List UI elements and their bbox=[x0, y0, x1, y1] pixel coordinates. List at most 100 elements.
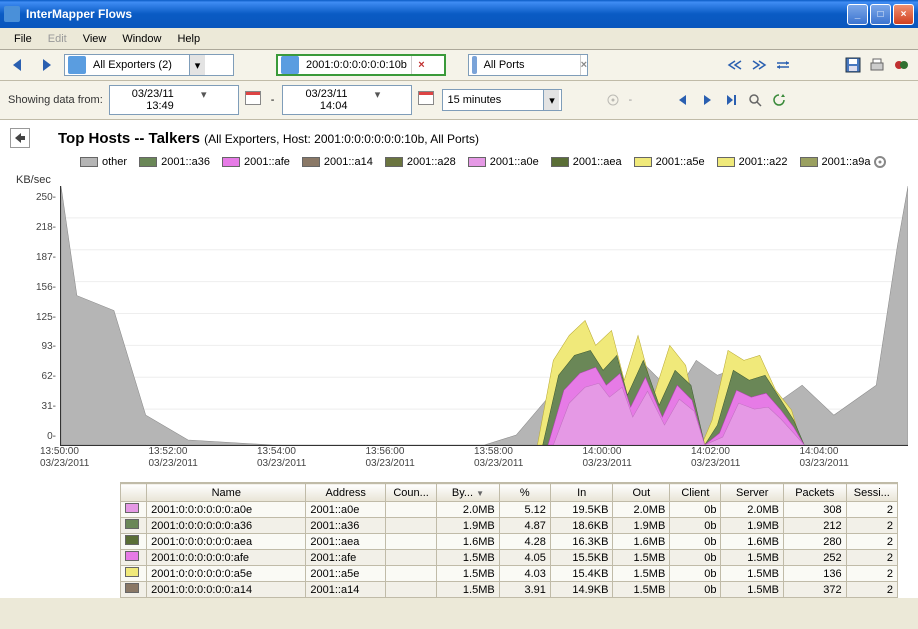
table-body: 2001:0:0:0:0:0:0:a0e2001::a0e2.0MB5.1219… bbox=[121, 502, 898, 598]
start-date-input[interactable]: 03/23/11 13:49▾ bbox=[109, 85, 239, 115]
chart-header: Top Hosts -- Talkers (All Exporters, Hos… bbox=[10, 128, 908, 148]
exporters-selector[interactable]: All Exporters (2) ▾ bbox=[64, 54, 234, 76]
table-row[interactable]: 2001:0:0:0:0:0:0:aea2001::aea1.6MB4.2816… bbox=[121, 534, 898, 550]
ports-selector[interactable]: All Ports × bbox=[468, 54, 588, 76]
menu-file[interactable]: File bbox=[6, 31, 40, 47]
maximize-button[interactable]: □ bbox=[870, 4, 891, 25]
back-view-button[interactable] bbox=[10, 128, 30, 148]
table-row[interactable]: 2001:0:0:0:0:0:0:a362001::a361.9MB4.8718… bbox=[121, 518, 898, 534]
ports-value: All Ports bbox=[480, 59, 580, 71]
print-icon[interactable] bbox=[868, 56, 886, 74]
menu-window[interactable]: Window bbox=[114, 31, 169, 47]
column-header[interactable]: Server bbox=[721, 484, 784, 502]
calendar-end-icon[interactable] bbox=[418, 91, 436, 109]
row-swatch bbox=[125, 519, 139, 529]
legend-item[interactable]: 2001::a28 bbox=[385, 156, 456, 168]
calendar-start-icon[interactable] bbox=[245, 91, 263, 109]
time-next-icon[interactable] bbox=[698, 91, 716, 109]
table-row[interactable]: 2001:0:0:0:0:0:0:a142001::a141.5MB3.9114… bbox=[121, 582, 898, 598]
legend-item[interactable]: 2001::a22 bbox=[717, 156, 788, 168]
save-icon[interactable] bbox=[844, 56, 862, 74]
legend-swatch bbox=[717, 157, 735, 167]
legend-swatch bbox=[222, 157, 240, 167]
legend-item[interactable]: 2001::a9a bbox=[800, 156, 871, 168]
menu-edit[interactable]: Edit bbox=[40, 31, 75, 47]
legend-item[interactable]: 2001::a36 bbox=[139, 156, 210, 168]
chevron-down-icon[interactable]: ▾ bbox=[174, 88, 234, 112]
exporters-value: All Exporters (2) bbox=[89, 59, 189, 71]
menu-view[interactable]: View bbox=[75, 31, 115, 47]
legend-item[interactable]: 2001::afe bbox=[222, 156, 290, 168]
legend-swatch bbox=[551, 157, 569, 167]
chart-settings-icon[interactable] bbox=[872, 154, 888, 170]
column-header[interactable]: Packets bbox=[784, 484, 847, 502]
legend-swatch bbox=[139, 157, 157, 167]
table-row[interactable]: 2001:0:0:0:0:0:0:a0e2001::a0e2.0MB5.1219… bbox=[121, 502, 898, 518]
legend-swatch bbox=[80, 157, 98, 167]
content-area: Top Hosts -- Talkers (All Exporters, Hos… bbox=[0, 120, 918, 598]
legend-item[interactable]: 2001::a14 bbox=[302, 156, 373, 168]
zoom-icon[interactable] bbox=[746, 91, 764, 109]
app-icon bbox=[4, 6, 20, 22]
range-selector[interactable]: 15 minutes ▾ bbox=[442, 89, 562, 111]
toolbar-time: Showing data from: 03/23/11 13:49▾ - 03/… bbox=[0, 81, 918, 120]
column-header[interactable]: Address bbox=[306, 484, 386, 502]
chart-legend: other 2001::a36 2001::afe 2001::a14 2001::a2… bbox=[10, 152, 908, 174]
end-date-input[interactable]: 03/23/11 14:04▾ bbox=[282, 85, 412, 115]
chart-title: Top Hosts -- Talkers (All Exporters, Hos… bbox=[58, 130, 479, 147]
chevron-down-icon[interactable]: ▾ bbox=[347, 88, 407, 112]
legend-item[interactable]: other bbox=[80, 156, 127, 168]
host-filter-box[interactable]: 2001:0:0:0:0:0:0:10b × bbox=[276, 54, 446, 76]
window-title: InterMapper Flows bbox=[26, 7, 847, 21]
close-button[interactable]: × bbox=[893, 4, 914, 25]
column-header[interactable]: Sessi... bbox=[846, 484, 897, 502]
refresh-icon[interactable] bbox=[770, 91, 788, 109]
legend-item[interactable]: 2001::a0e bbox=[468, 156, 539, 168]
minimize-button[interactable]: _ bbox=[847, 4, 868, 25]
menu-help[interactable]: Help bbox=[169, 31, 208, 47]
nav-back-button[interactable] bbox=[8, 54, 30, 76]
legend-swatch bbox=[302, 157, 320, 167]
exporters-dropdown-icon[interactable]: ▾ bbox=[189, 55, 205, 75]
legend-swatch bbox=[800, 157, 818, 167]
row-swatch bbox=[125, 567, 139, 577]
y-axis: 250-218-187-156-125-93-62-31-0- bbox=[10, 192, 60, 442]
table-row[interactable]: 2001:0:0:0:0:0:0:a5e2001::a5e1.5MB4.0315… bbox=[121, 566, 898, 582]
time-prev-icon[interactable] bbox=[674, 91, 692, 109]
x-axis: 13:50:0003/23/201113:52:0003/23/201113:5… bbox=[60, 446, 908, 470]
legend-item[interactable]: 2001::aea bbox=[551, 156, 622, 168]
column-header[interactable]: In bbox=[550, 484, 613, 502]
legend-swatch bbox=[468, 157, 486, 167]
link-bidir-icon[interactable] bbox=[774, 56, 792, 74]
exporter-icon bbox=[68, 56, 86, 74]
time-last-icon[interactable] bbox=[722, 91, 740, 109]
column-header[interactable]: Coun... bbox=[386, 484, 437, 502]
ports-clear-button[interactable]: × bbox=[580, 55, 587, 75]
host-filter-value: 2001:0:0:0:0:0:0:10b bbox=[302, 59, 411, 71]
column-header[interactable]: % bbox=[499, 484, 550, 502]
column-header[interactable] bbox=[121, 484, 147, 502]
table-row[interactable]: 2001:0:0:0:0:0:0:afe2001::afe1.5MB4.0515… bbox=[121, 550, 898, 566]
window-titlebar: InterMapper Flows _ □ × bbox=[0, 0, 918, 28]
legend-swatch bbox=[385, 157, 403, 167]
row-swatch bbox=[125, 503, 139, 513]
nav-forward-button[interactable] bbox=[36, 54, 58, 76]
column-header[interactable]: By... ▼ bbox=[437, 484, 500, 502]
link-next-icon[interactable] bbox=[750, 56, 768, 74]
link-prev-icon[interactable] bbox=[726, 56, 744, 74]
record-icon[interactable] bbox=[892, 56, 910, 74]
host-filter-clear-button[interactable]: × bbox=[411, 56, 431, 74]
ports-icon bbox=[472, 56, 477, 74]
row-swatch bbox=[125, 583, 139, 593]
column-header[interactable]: Out bbox=[613, 484, 670, 502]
window-buttons: _ □ × bbox=[847, 4, 914, 25]
legend-item[interactable]: 2001::a5e bbox=[634, 156, 705, 168]
plot-area[interactable] bbox=[60, 186, 908, 446]
chevron-down-icon[interactable]: ▾ bbox=[543, 90, 559, 110]
row-swatch bbox=[125, 535, 139, 545]
column-header[interactable]: Client bbox=[670, 484, 721, 502]
toolbar-filters: All Exporters (2) ▾ 2001:0:0:0:0:0:0:10b… bbox=[0, 50, 918, 81]
column-header[interactable]: Name bbox=[147, 484, 306, 502]
table-header-row: NameAddressCoun...By... ▼%InOutClientSer… bbox=[121, 484, 898, 502]
row-swatch bbox=[125, 551, 139, 561]
